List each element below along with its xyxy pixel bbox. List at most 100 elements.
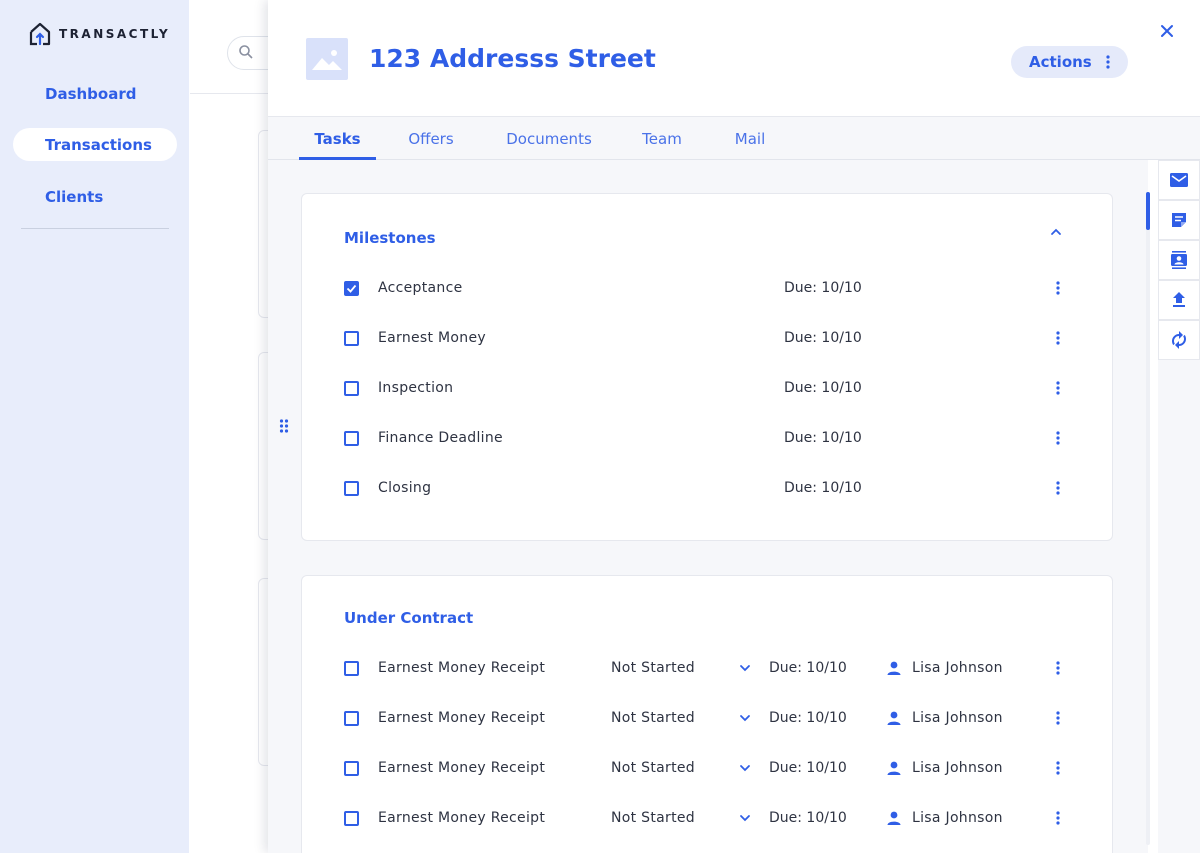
milestones-card: Milestones Acceptance Due: 10/10 Earnest… xyxy=(301,193,1113,541)
tab-bar: Tasks Offers Documents Team Mail xyxy=(268,117,1200,160)
tab-team[interactable]: Team xyxy=(634,117,690,160)
milestone-due: Due: 10/10 xyxy=(784,280,862,296)
scrollbar[interactable] xyxy=(1146,192,1150,845)
task-row: Earnest Money Receipt Not Started Due: 1… xyxy=(302,804,1114,834)
mail-icon xyxy=(1170,173,1188,187)
milestone-label: Inspection xyxy=(378,380,454,396)
under-contract-title: Under Contract xyxy=(344,609,474,627)
chevron-down-icon[interactable] xyxy=(739,664,751,672)
task-checkbox[interactable] xyxy=(344,811,359,826)
milestone-checkbox[interactable] xyxy=(344,431,359,446)
milestone-checkbox[interactable] xyxy=(344,281,359,296)
task-status-select[interactable]: Not Started xyxy=(611,810,695,826)
person-icon xyxy=(887,711,901,725)
mail-button[interactable] xyxy=(1158,160,1200,200)
house-logo-icon xyxy=(29,22,51,46)
app: TRANSACTLY Dashboard Transactions Client… xyxy=(0,0,1200,853)
milestone-due: Due: 10/10 xyxy=(784,430,862,446)
milestone-label: Earnest Money xyxy=(378,330,486,346)
task-label: Earnest Money Receipt xyxy=(378,660,546,676)
chevron-down-icon[interactable] xyxy=(739,714,751,722)
milestone-checkbox[interactable] xyxy=(344,381,359,396)
chevron-up-icon[interactable] xyxy=(1050,228,1062,236)
sidebar-item-clients[interactable]: Clients xyxy=(13,180,177,213)
brand-logo[interactable]: TRANSACTLY xyxy=(29,22,170,46)
task-label: Earnest Money Receipt xyxy=(378,710,546,726)
under-contract-card: Under Contract Earnest Money Receipt Not… xyxy=(301,575,1113,853)
brand-name: TRANSACTLY xyxy=(59,27,171,41)
milestone-label: Acceptance xyxy=(378,280,463,296)
close-button[interactable] xyxy=(1158,22,1176,40)
property-image-placeholder xyxy=(306,38,348,80)
sidebar-item-transactions[interactable]: Transactions xyxy=(13,128,177,161)
task-due: Due: 10/10 xyxy=(769,710,847,726)
more-vertical-icon[interactable] xyxy=(1056,661,1060,675)
task-assignee: Lisa Johnson xyxy=(912,710,1003,726)
milestones-title: Milestones xyxy=(344,229,436,247)
milestone-label: Finance Deadline xyxy=(378,430,503,446)
milestone-due: Due: 10/10 xyxy=(784,330,862,346)
sidebar: TRANSACTLY Dashboard Transactions Client… xyxy=(0,0,189,853)
task-row: Earnest Money Receipt Not Started Due: 1… xyxy=(302,704,1114,734)
milestone-checkbox[interactable] xyxy=(344,481,359,496)
contacts-button[interactable] xyxy=(1158,240,1200,280)
task-checkbox[interactable] xyxy=(344,711,359,726)
more-vertical-icon[interactable] xyxy=(1056,711,1060,725)
milestone-row: Earnest Money Due: 10/10 xyxy=(302,324,1114,354)
person-icon xyxy=(887,661,901,675)
note-icon xyxy=(1172,213,1186,227)
task-label: Earnest Money Receipt xyxy=(378,760,546,776)
task-label: Earnest Money Receipt xyxy=(378,810,546,826)
task-checkbox[interactable] xyxy=(344,661,359,676)
close-icon xyxy=(1161,25,1173,37)
more-vertical-icon[interactable] xyxy=(1056,381,1060,395)
scrollbar-thumb[interactable] xyxy=(1146,192,1150,230)
chevron-down-icon[interactable] xyxy=(739,764,751,772)
sidebar-item-dashboard[interactable]: Dashboard xyxy=(13,77,177,110)
tab-documents[interactable]: Documents xyxy=(498,117,600,160)
drawer-title: 123 Addresss Street xyxy=(369,44,656,73)
task-assignee: Lisa Johnson xyxy=(912,760,1003,776)
tasks-content: Milestones Acceptance Due: 10/10 Earnest… xyxy=(268,160,1148,853)
task-status-select[interactable]: Not Started xyxy=(611,660,695,676)
task-checkbox[interactable] xyxy=(344,761,359,776)
person-icon xyxy=(887,761,901,775)
tab-tasks[interactable]: Tasks xyxy=(299,117,376,160)
milestone-due: Due: 10/10 xyxy=(784,480,862,496)
task-status-select[interactable]: Not Started xyxy=(611,710,695,726)
upload-icon xyxy=(1173,292,1185,307)
more-vertical-icon[interactable] xyxy=(1056,431,1060,445)
chevron-down-icon[interactable] xyxy=(739,814,751,822)
task-status-select[interactable]: Not Started xyxy=(611,760,695,776)
tab-mail[interactable]: Mail xyxy=(728,117,772,160)
person-icon xyxy=(887,811,901,825)
actions-label: Actions xyxy=(1029,53,1092,71)
milestone-due: Due: 10/10 xyxy=(784,380,862,396)
check-icon xyxy=(346,284,357,293)
actions-button[interactable]: Actions xyxy=(1011,46,1128,78)
more-vertical-icon xyxy=(1106,55,1110,69)
milestone-row: Finance Deadline Due: 10/10 xyxy=(302,424,1114,454)
milestone-row: Inspection Due: 10/10 xyxy=(302,374,1114,404)
upload-button[interactable] xyxy=(1158,280,1200,320)
more-vertical-icon[interactable] xyxy=(1056,811,1060,825)
more-vertical-icon[interactable] xyxy=(1056,281,1060,295)
drag-handle-icon[interactable] xyxy=(279,418,289,434)
sidebar-divider xyxy=(21,228,169,229)
milestone-row: Acceptance Due: 10/10 xyxy=(302,274,1114,304)
task-due: Due: 10/10 xyxy=(769,810,847,826)
more-vertical-icon[interactable] xyxy=(1056,481,1060,495)
sync-button[interactable] xyxy=(1158,320,1200,360)
note-button[interactable] xyxy=(1158,200,1200,240)
task-due: Due: 10/10 xyxy=(769,760,847,776)
more-vertical-icon[interactable] xyxy=(1056,331,1060,345)
contacts-icon xyxy=(1171,251,1187,269)
search-icon xyxy=(239,45,253,59)
task-due: Due: 10/10 xyxy=(769,660,847,676)
drawer-header: 123 Addresss Street Actions xyxy=(268,0,1200,117)
milestone-row: Closing Due: 10/10 xyxy=(302,474,1114,504)
tab-offers[interactable]: Offers xyxy=(401,117,461,160)
more-vertical-icon[interactable] xyxy=(1056,761,1060,775)
task-assignee: Lisa Johnson xyxy=(912,660,1003,676)
milestone-checkbox[interactable] xyxy=(344,331,359,346)
